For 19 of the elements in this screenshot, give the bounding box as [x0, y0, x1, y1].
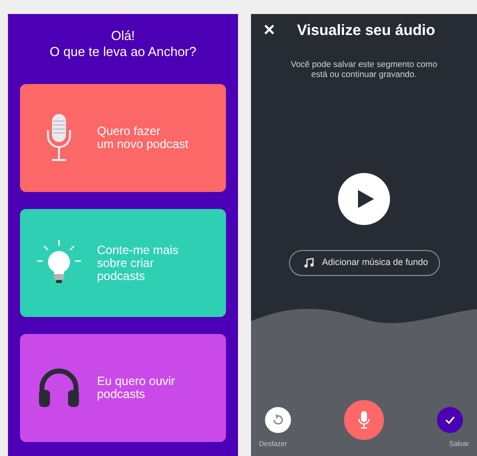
screen-title: Visualize seu áudio: [297, 20, 436, 41]
undo-icon: [272, 414, 284, 426]
option-card[interactable]: Eu quero ouvir podcasts: [20, 334, 226, 442]
welcome-title: O que te leva ao Anchor?: [50, 44, 196, 60]
play-button[interactable]: [338, 173, 390, 225]
welcome-title: Olá!: [111, 28, 135, 44]
play-icon: [358, 190, 374, 208]
screen-subtitle: Você pode salvar este segmento como: [290, 59, 438, 69]
add-music-button[interactable]: Adicionar música de fundo: [288, 250, 440, 276]
close-button[interactable]: ✕: [263, 20, 283, 42]
music-note-icon: [304, 258, 314, 268]
lightbulb-icon: [36, 240, 82, 286]
headphones-icon: [38, 368, 80, 408]
checkmark-icon: [445, 416, 455, 424]
microphone-icon: [46, 114, 72, 162]
screen-subtitle: está ou continuar gravando.: [311, 69, 417, 79]
microphone-icon: [358, 411, 370, 429]
option-card[interactable]: Conte-me mais sobre criar podcasts: [20, 209, 226, 317]
option-card[interactable]: Quero fazer um novo podcast: [20, 84, 226, 192]
